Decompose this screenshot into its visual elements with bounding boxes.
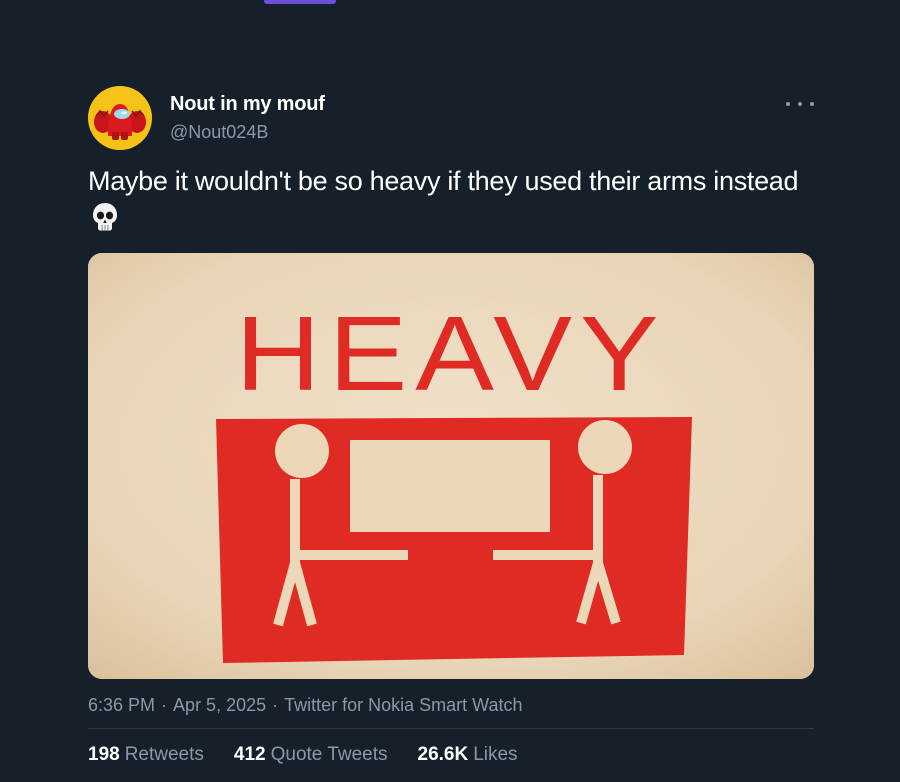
quote-tweets-label: Quote Tweets [270, 744, 388, 765]
author-display-name[interactable]: Nout in my mouf [170, 93, 325, 116]
tweet-time[interactable]: 6:36 PM [88, 695, 155, 715]
heavy-sign-photo: HEAVY [88, 253, 814, 679]
retweets-stat[interactable]: 198 Retweets [88, 744, 204, 766]
quote-tweets-count: 412 [233, 744, 266, 765]
author-handle[interactable]: @Nout024B [170, 122, 325, 143]
retweets-label: Retweets [124, 744, 204, 765]
tweet[interactable]: Nout in my mouf @Nout024B Maybe it would… [88, 84, 814, 765]
likes-count: 26.6K [417, 744, 469, 765]
tweet-body: Maybe it wouldn't be so heavy if they us… [88, 166, 799, 196]
more-dots-icon[interactable] [786, 94, 814, 114]
red-crewmate-avatar-icon [88, 86, 152, 150]
meta-separator: · [161, 695, 168, 715]
sign-carried-box [350, 440, 550, 532]
skull-emoji-icon [93, 203, 117, 231]
right-figure-head [578, 420, 632, 474]
likes-stat[interactable]: 26.6K Likes [418, 744, 518, 766]
meta-separator: · [272, 695, 279, 715]
tweet-metadata: 6:36 PM · Apr 5, 2025 · Twitter for Nokia Sm… [88, 695, 523, 716]
quote-tweets-stat[interactable]: 412 Quote Tweets [234, 744, 388, 766]
top-edge-fragment [264, 0, 336, 4]
avatar[interactable] [88, 86, 152, 150]
tweet-date[interactable]: Apr 5, 2025 [173, 695, 266, 715]
left-figure-head [275, 424, 329, 478]
divider [88, 728, 814, 729]
likes-label: Likes [473, 744, 518, 765]
tweet-header: Nout in my mouf @Nout024B [88, 84, 814, 154]
tweet-source[interactable]: Twitter for Nokia Smart Watch [284, 695, 522, 715]
tweet-stats: 198 Retweets 412 Quote Tweets 26.6K Likes [88, 744, 518, 766]
retweets-count: 198 [88, 744, 120, 765]
sign-heavy-text: HEAVY [235, 293, 666, 412]
tweet-media-image[interactable]: HEAVY [88, 253, 814, 679]
tweet-text: Maybe it wouldn't be so heavy if they us… [88, 162, 814, 238]
